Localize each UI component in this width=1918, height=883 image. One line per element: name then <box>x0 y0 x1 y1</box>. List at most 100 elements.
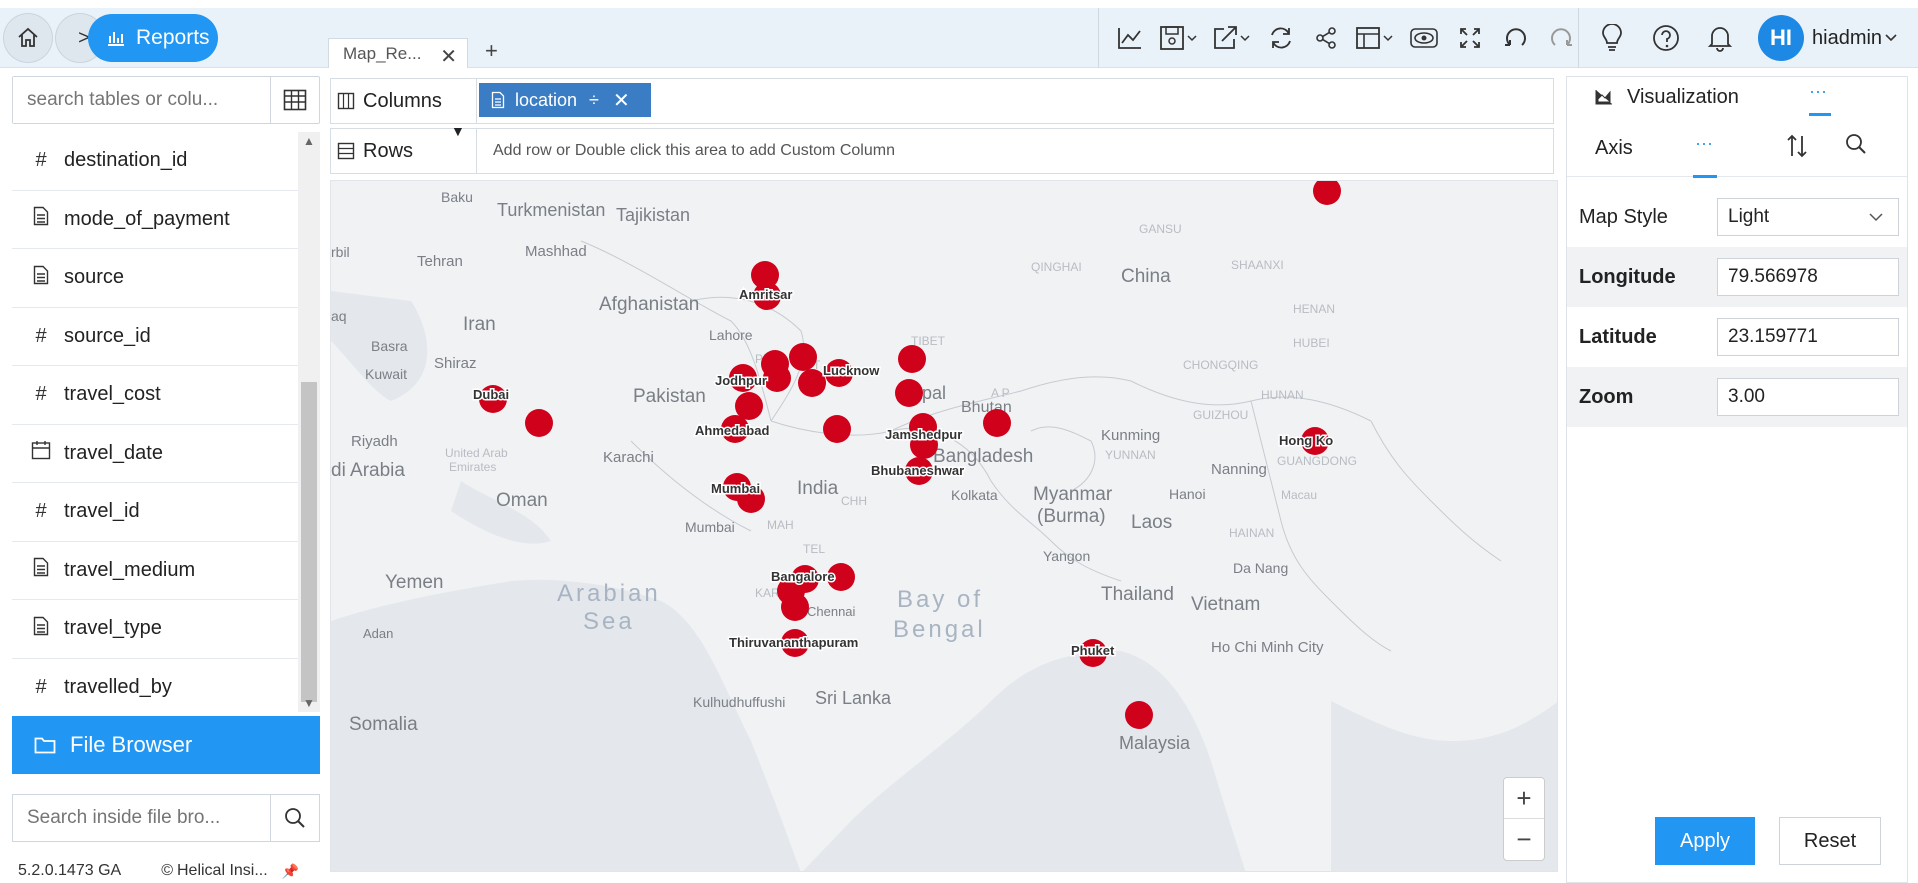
chevron-down-icon <box>1869 213 1883 222</box>
zoom-out-button[interactable]: − <box>1504 819 1544 860</box>
field-item[interactable]: source <box>12 249 308 308</box>
city-label: Thiruvananthapuram <box>729 635 858 650</box>
field-item[interactable]: # destination_id <box>12 132 308 191</box>
map-style-select[interactable]: Light <box>1717 198 1899 236</box>
redo-icon <box>1551 28 1573 46</box>
redo-button[interactable] <box>1544 19 1578 57</box>
map-canvas[interactable]: Turkmenistan Tajikistan Afghanistan Iran Pak… <box>331 181 1558 872</box>
refresh-button[interactable] <box>1264 19 1298 57</box>
location-pill[interactable]: location ÷ ✕ <box>479 83 651 117</box>
divide-icon[interactable]: ÷ <box>589 90 599 111</box>
breadcrumb-reports[interactable]: Reports <box>88 14 218 62</box>
map-region-label: rbil <box>331 244 350 260</box>
field-item[interactable]: travel_type <box>12 600 308 659</box>
apply-button[interactable]: Apply <box>1655 817 1755 865</box>
zoom-in-button[interactable]: + <box>1504 778 1544 819</box>
file-search-input[interactable] <box>13 795 271 841</box>
file-browser-button[interactable]: File Browser <box>12 716 320 774</box>
help-icon <box>1653 25 1679 51</box>
location-marker[interactable] <box>898 345 926 373</box>
location-marker[interactable] <box>525 409 553 437</box>
visualization-tab[interactable]: Visualization <box>1567 77 1907 117</box>
map-region-label: TEL <box>803 542 825 556</box>
field-item[interactable]: # source_id <box>12 308 308 366</box>
remove-pill-icon[interactable]: ✕ <box>613 88 630 113</box>
save-button[interactable] <box>1159 19 1200 57</box>
home-button[interactable] <box>4 14 52 62</box>
field-search-input[interactable] <box>13 77 271 123</box>
map-region-label: CHONGQING <box>1183 358 1258 372</box>
location-marker[interactable] <box>983 409 1011 437</box>
close-tab-icon[interactable]: ✕ <box>440 44 457 69</box>
field-item[interactable]: # travelled_by <box>12 659 308 713</box>
zoom-input[interactable] <box>1717 378 1899 416</box>
scroll-up-icon[interactable]: ▲ <box>303 134 315 148</box>
table-view-button[interactable] <box>271 77 319 123</box>
location-marker[interactable] <box>895 379 923 407</box>
field-item[interactable]: travel_medium <box>12 542 308 600</box>
rows-icon <box>337 142 355 160</box>
location-marker[interactable] <box>823 415 851 443</box>
add-tab-button[interactable]: + <box>485 38 498 64</box>
map-region-label: Basra <box>371 338 408 354</box>
tab-map-report[interactable]: Map_Re... ✕ <box>328 38 468 68</box>
map-region-label: Afghanistan <box>599 294 699 315</box>
map-region-label: Kunming <box>1101 427 1160 444</box>
map-region-label: Arabian <box>557 580 661 607</box>
caret-down-icon[interactable]: ▼ <box>451 123 465 139</box>
field-item[interactable]: mode_of_payment <box>12 191 308 249</box>
chart-button[interactable] <box>1113 19 1147 57</box>
field-list-scrollbar[interactable]: ▲ ▼ <box>298 132 320 712</box>
share-button[interactable] <box>1309 19 1343 57</box>
map-region-label: GUIZHOU <box>1193 408 1248 422</box>
rows-shelf[interactable]: Rows ▼ Add row or Double click this area… <box>330 123 1554 174</box>
field-name: travel_date <box>64 441 163 464</box>
fullscreen-button[interactable] <box>1453 19 1487 57</box>
preview-button[interactable] <box>1408 19 1442 57</box>
visualization-more-button[interactable]: ··· <box>1809 81 1827 102</box>
map-region-label: Yemen <box>385 572 443 593</box>
field-item[interactable]: travel_date <box>12 425 308 483</box>
map-region-label: Nanning <box>1211 461 1267 478</box>
tips-button[interactable] <box>1593 19 1631 57</box>
notifications-button[interactable] <box>1701 19 1739 57</box>
layout-button[interactable] <box>1355 19 1396 57</box>
property-search-button[interactable] <box>1845 133 1867 160</box>
longitude-input[interactable] <box>1717 258 1899 296</box>
map-region-label: Hanoi <box>1169 486 1206 502</box>
location-marker[interactable] <box>763 364 791 392</box>
help-button[interactable] <box>1647 19 1685 57</box>
active-subtab-indicator <box>1693 175 1717 178</box>
field-item[interactable]: # travel_cost <box>12 366 308 425</box>
location-marker[interactable] <box>1125 701 1153 729</box>
map-region-label: GUANGDONG <box>1277 454 1357 468</box>
tab-more[interactable]: ··· <box>1695 133 1713 154</box>
map-region-label: Kulhudhuffushi <box>693 694 785 710</box>
columns-shelf[interactable]: Columns location ÷ ✕ <box>330 78 1554 124</box>
city-label: Phuket <box>1071 643 1115 658</box>
location-marker[interactable] <box>789 343 817 371</box>
hash-icon: # <box>35 383 47 406</box>
sort-button[interactable] <box>1785 133 1809 164</box>
tab-axis[interactable]: Axis <box>1595 137 1633 160</box>
export-button[interactable] <box>1211 19 1252 57</box>
latitude-input[interactable] <box>1717 318 1899 356</box>
file-search-button[interactable] <box>271 795 319 841</box>
map-region-label: Yangon <box>1043 548 1090 564</box>
scroll-down-icon[interactable]: ▼ <box>303 696 315 710</box>
document-icon <box>30 557 52 583</box>
property-subtabs: Axis ··· <box>1567 119 1907 178</box>
user-menu[interactable]: HI hiadmin <box>1758 8 1918 68</box>
field-name: travelled_by <box>64 675 172 698</box>
reset-button[interactable]: Reset <box>1779 817 1881 865</box>
map-region-label: Myanmar <box>1033 484 1113 505</box>
pin-icon[interactable]: 📌 <box>282 863 299 880</box>
report-tabs: Map_Re... ✕ + <box>328 8 1098 68</box>
scrollbar-thumb[interactable] <box>301 382 317 702</box>
undo-button[interactable] <box>1499 19 1533 57</box>
field-item[interactable]: # travel_id <box>12 483 308 542</box>
calendar-icon <box>30 440 52 466</box>
location-marker[interactable] <box>781 593 809 621</box>
map-view[interactable]: Turkmenistan Tajikistan Afghanistan Iran Pak… <box>330 180 1558 872</box>
location-marker[interactable] <box>798 369 826 397</box>
